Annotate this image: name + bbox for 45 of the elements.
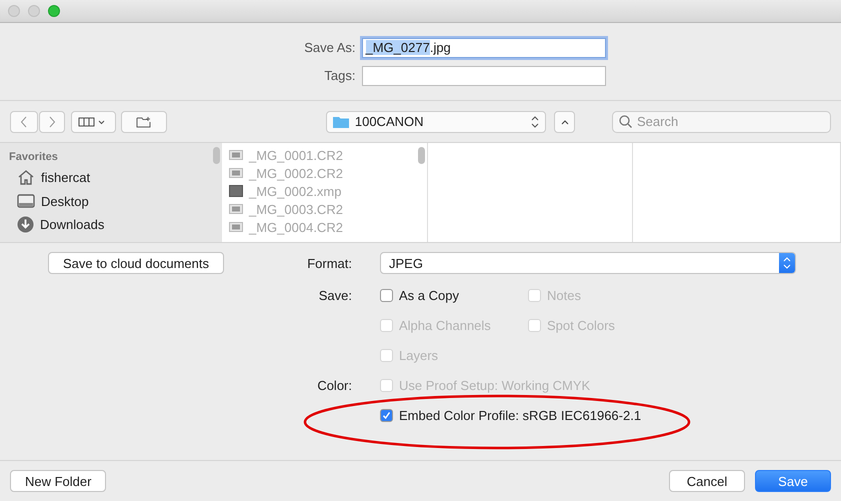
image-file-icon bbox=[229, 168, 243, 178]
checkbox[interactable] bbox=[380, 288, 393, 302]
sidebar-item[interactable]: fishercat bbox=[9, 168, 213, 187]
forward-button[interactable] bbox=[38, 110, 65, 132]
primary-button[interactable]: Save bbox=[755, 470, 831, 492]
image-file-icon bbox=[229, 150, 243, 160]
dialog-button[interactable]: Cancel bbox=[669, 470, 745, 492]
save-to-cloud-button[interactable]: Save to cloud documents bbox=[48, 252, 224, 274]
chevron-left-icon bbox=[20, 116, 28, 128]
document-file-icon bbox=[229, 185, 243, 197]
new-folder-button[interactable] bbox=[121, 110, 167, 132]
sidebar-heading: Favorites bbox=[9, 151, 59, 163]
house-icon bbox=[17, 169, 35, 186]
dialog-button[interactable]: New Folder bbox=[10, 470, 106, 492]
chevron-updown-icon bbox=[783, 257, 791, 269]
search-icon bbox=[619, 115, 632, 128]
tags-field[interactable] bbox=[362, 66, 606, 86]
field-label: Tags: bbox=[323, 68, 356, 83]
view-button[interactable] bbox=[70, 110, 116, 132]
field-label: Save As: bbox=[303, 40, 356, 55]
image-file-icon bbox=[229, 222, 243, 232]
chevron-up-icon bbox=[560, 118, 569, 124]
location-popup[interactable]: 100CANON bbox=[326, 110, 546, 132]
back-button[interactable] bbox=[10, 110, 38, 132]
scrollbar-thumb[interactable] bbox=[418, 147, 425, 164]
chevron-right-icon bbox=[48, 116, 56, 128]
new-folder-icon bbox=[136, 116, 152, 128]
field-label: Color: bbox=[316, 378, 352, 393]
field-label: Format: bbox=[306, 256, 352, 270]
format-select[interactable]: JPEG bbox=[380, 252, 796, 274]
up-button[interactable] bbox=[554, 110, 575, 132]
sidebar-item[interactable]: Desktop bbox=[9, 192, 213, 210]
sidebar-item[interactable]: Downloads bbox=[9, 215, 213, 234]
download-icon bbox=[17, 216, 34, 234]
search-field[interactable]: Search bbox=[612, 110, 831, 132]
checkbox[interactable] bbox=[380, 408, 393, 422]
field-label: Save: bbox=[318, 288, 352, 303]
scrollbar-thumb[interactable] bbox=[213, 147, 220, 164]
folder-icon bbox=[332, 115, 349, 128]
desktop-icon bbox=[17, 194, 35, 208]
chevron-updown-icon bbox=[531, 116, 540, 128]
checkbox-option[interactable]: As a Copy bbox=[380, 280, 528, 310]
window-controls-icon[interactable] bbox=[8, 5, 60, 17]
image-file-icon bbox=[229, 204, 243, 214]
filename-field[interactable]: _MG_0277.jpg bbox=[362, 38, 606, 58]
